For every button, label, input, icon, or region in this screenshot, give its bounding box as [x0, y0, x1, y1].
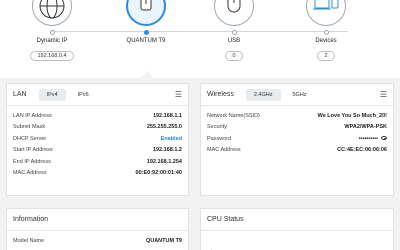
row-value: QUANTUM T9 [145, 237, 182, 244]
node-devices[interactable]: Devices 2 [286, 0, 366, 62]
node-dot [323, 30, 329, 35]
cpu-status-card: CPU Status [200, 208, 394, 250]
cpu-card-header: CPU Status [201, 209, 393, 231]
node-dot [143, 30, 149, 35]
info-row: DHCP Server Enabled [13, 133, 182, 145]
node-label: Devices [315, 38, 337, 44]
tab-ipv6[interactable]: IPv6 [70, 89, 97, 101]
row-value: 255.255.255.0 [146, 124, 182, 131]
devices-icon [306, 0, 346, 26]
row-label: Network Name(SSID) [207, 112, 260, 119]
lan-card: LAN IPv4 IPv6 ☰ LAN IP Address 192.168.1.… [6, 83, 189, 196]
row-label: Start IP Address [13, 147, 53, 154]
wireless-card-header: Wireless 2.4GHz 5GHz ☰ [201, 84, 393, 106]
info-row: Network Name(SSID) We Love You So Much_20… [207, 110, 387, 122]
tab-2-4ghz[interactable]: 2.4GHz [245, 88, 281, 101]
lan-card-header: LAN IPv4 IPv6 ☰ [7, 84, 188, 106]
row-label: Security [207, 124, 227, 131]
info-row: Subnet Mask 255.255.255.0 [13, 122, 182, 134]
row-value: WPA2/WPA-PSK [344, 124, 387, 131]
node-value: 2 [317, 51, 335, 61]
node-usb[interactable]: USB 0 [194, 0, 274, 62]
cpu-title: CPU Status [207, 216, 244, 223]
node-label: USB [227, 38, 241, 44]
dhcp-status: Enabled [160, 135, 182, 142]
info-row: LAN IP Address 192.168.1.1 [13, 110, 182, 122]
show-password-eye-icon[interactable] [381, 136, 387, 141]
node-value: 192.168.0.4 [30, 51, 74, 61]
row-label: DHCP Server [13, 135, 47, 142]
row-value: 00:E0:92:00:01:40 [135, 170, 182, 177]
node-router[interactable]: QUANTUM T9 [106, 0, 186, 44]
row-value: 192.168.1.254 [146, 158, 182, 165]
info-row: Model Name QUANTUM T9 [13, 235, 182, 247]
selected-node-caret [141, 71, 153, 78]
row-value: 192.168.1.2 [152, 147, 182, 154]
info-row: Start IP Address 192.168.1.2 [13, 145, 182, 157]
network-topology: Dynamic IP 192.168.0.4 QUANTUM T9 USB 0 [0, 0, 400, 78]
wireless-card: Wireless 2.4GHz 5GHz ☰ Network Name(SSID… [200, 83, 394, 196]
node-label: Dynamic IP [36, 38, 68, 44]
tab-ipv4[interactable]: IPv4 [38, 88, 66, 101]
row-label: Password [207, 135, 232, 142]
info-row: Security WPA2/WPA-PSK [207, 122, 387, 134]
wireless-menu-icon[interactable]: ☰ [380, 90, 387, 99]
node-dot [49, 30, 55, 35]
node-internet[interactable]: Dynamic IP 192.168.0.4 [12, 0, 92, 62]
info-row: Password •••••••••• [207, 133, 387, 145]
row-value: 192.168.1.1 [152, 112, 182, 119]
row-value: CC:4E:EC:06:06:06 [337, 147, 387, 154]
information-card: Information Model Name QUANTUM T9 [6, 208, 189, 250]
information-title: Information [13, 216, 49, 223]
row-label: LAN IP Address [13, 112, 52, 119]
lan-title: LAN [13, 91, 27, 98]
row-label: End IP Address [13, 158, 51, 165]
row-label: Subnet Mask [13, 124, 46, 131]
usb-drive-icon [214, 0, 254, 26]
node-label: QUANTUM T9 [126, 38, 166, 44]
lan-menu-icon[interactable]: ☰ [175, 90, 182, 99]
information-card-header: Information [7, 209, 188, 231]
ssid-value: We Love You So Much_20! [317, 112, 387, 119]
info-row: MAC Address 00:E0:92:00:01:40 [13, 168, 182, 180]
node-value: 0 [225, 51, 243, 61]
row-label: MAC Address [207, 147, 241, 154]
node-dot [231, 30, 237, 35]
row-label: Model Name [13, 237, 45, 244]
password-value: •••••••••• [358, 135, 378, 142]
globe-icon [32, 0, 72, 26]
tab-5ghz[interactable]: 5GHz [285, 89, 315, 101]
info-row: MAC Address CC:4E:EC:06:06:06 [207, 145, 387, 157]
router-icon [126, 0, 166, 26]
row-label: MAC Address [13, 170, 47, 177]
wireless-title: Wireless [207, 91, 234, 98]
info-row: End IP Address 192.168.1.254 [13, 156, 182, 168]
